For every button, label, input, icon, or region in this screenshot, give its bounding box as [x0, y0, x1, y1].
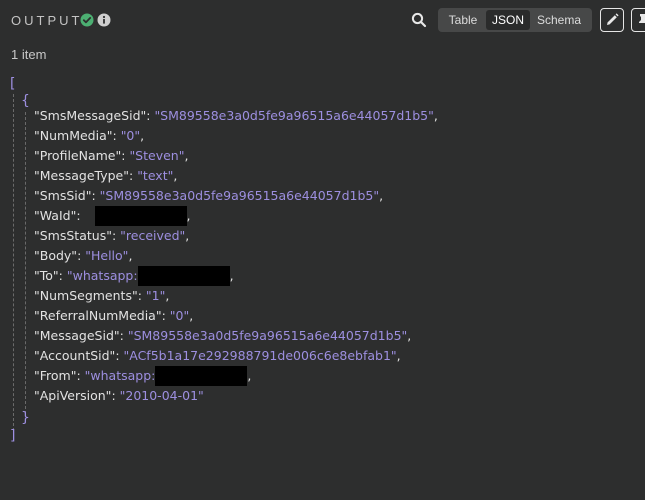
json-line: "SmsMessageSid": "SM89558e3a0d5fe9a96515…	[34, 106, 438, 126]
redacted-block	[155, 366, 248, 386]
json-comma: ,	[229, 268, 234, 283]
json-value: "SM89558e3a0d5fe9a96515a6e44057d1b5"	[154, 108, 434, 123]
json-comma: ,	[184, 148, 189, 163]
json-value: "Steven"	[129, 148, 185, 163]
json-colon: :	[91, 188, 100, 203]
json-line: "AccountSid": "ACf5b1a17e292988791de006c…	[34, 346, 401, 366]
json-line: "MessageType": "text",	[34, 166, 177, 186]
json-value: "0"	[169, 308, 190, 323]
json-comma: ,	[186, 208, 191, 223]
json-key: "ProfileName"	[34, 148, 122, 163]
json-key: "SmsMessageSid"	[34, 108, 147, 123]
json-comma: ,	[140, 128, 145, 143]
pin-icon	[639, 14, 645, 23]
json-value: "2010-04-01"	[119, 388, 204, 403]
json-line: "Body": "Hello",	[34, 246, 132, 266]
json-value: "whatsapp:	[66, 268, 138, 283]
json-key: "Body"	[34, 248, 78, 263]
edit-button[interactable]	[600, 8, 624, 32]
json-line: "SmsStatus": "received",	[34, 226, 189, 246]
json-colon: :	[137, 288, 146, 303]
tab-table[interactable]: Table	[440, 10, 486, 30]
output-panel: OUTPUT Table JSON Schema 1 item [{"Sms…	[0, 0, 645, 500]
json-line: "NumMedia": "0",	[34, 126, 144, 146]
json-key: "From"	[34, 368, 77, 383]
output-title: OUTPUT	[11, 13, 83, 28]
json-value: "text"	[137, 168, 174, 183]
json-value: "Hello"	[85, 248, 129, 263]
json-value: "SM89558e3a0d5fe9a96515a6e44057d1b5"	[99, 188, 380, 203]
json-colon: :	[129, 168, 138, 183]
open-bracket: [	[10, 76, 16, 92]
json-key: "To"	[34, 268, 59, 283]
json-line: "NumSegments": "1",	[34, 286, 169, 306]
json-key: "ApiVersion"	[34, 388, 112, 403]
json-comma: ,	[128, 248, 133, 263]
json-value: "1"	[145, 288, 166, 303]
json-colon: :	[76, 368, 85, 383]
json-line: "WaId": ,	[34, 206, 191, 226]
json-key: "NumSegments"	[34, 288, 138, 303]
json-line: "MessageSid": "SM89558e3a0d5fe9a96515a6e…	[34, 326, 411, 346]
redacted-block	[137, 266, 230, 286]
json-line: "ApiVersion": "2010-04-01"	[34, 386, 204, 406]
json-colon: :	[161, 308, 170, 323]
json-comma: ,	[173, 168, 178, 183]
pencil-icon	[607, 13, 619, 25]
json-comma: ,	[379, 188, 384, 203]
json-key: "MessageType"	[34, 168, 129, 183]
json-colon: :	[112, 128, 121, 143]
check-circle-icon	[80, 13, 94, 27]
tab-schema[interactable]: Schema	[530, 10, 588, 30]
json-key: "AccountSid"	[34, 348, 116, 363]
open-brace: {	[21, 93, 30, 109]
json-colon: :	[119, 328, 128, 343]
json-colon: :	[76, 208, 85, 223]
json-colon: :	[58, 268, 67, 283]
json-line: "ReferralNumMedia": "0",	[34, 306, 193, 326]
json-comma: ,	[165, 288, 170, 303]
json-key: "WaId"	[34, 208, 77, 223]
redacted-block	[94, 206, 187, 226]
json-line: "To": "whatsapp:,	[34, 266, 234, 286]
json-colon: :	[115, 348, 124, 363]
view-toggle: Table JSON Schema	[438, 8, 592, 32]
json-comma: ,	[247, 368, 252, 383]
json-value: "ACf5b1a17e292988791de006c6e8ebfab1"	[123, 348, 397, 363]
json-comma: ,	[407, 328, 412, 343]
json-value: "0"	[120, 128, 141, 143]
json-colon: :	[111, 228, 121, 243]
item-count: 1 item	[11, 47, 47, 62]
indent-guide	[13, 94, 14, 436]
info-icon[interactable]	[97, 13, 111, 27]
close-bracket: ]	[10, 428, 16, 444]
json-key: "ReferralNumMedia"	[34, 308, 162, 323]
close-brace: }	[21, 410, 30, 426]
json-comma: ,	[185, 228, 190, 243]
json-value: "whatsapp:	[84, 368, 156, 383]
json-comma: ,	[433, 108, 438, 123]
json-value: "SM89558e3a0d5fe9a96515a6e44057d1b5"	[127, 328, 408, 343]
json-key: "SmsStatus"	[34, 228, 112, 243]
output-header: OUTPUT Table JSON Schema	[0, 0, 645, 40]
json-key: "NumMedia"	[34, 128, 113, 143]
tab-json[interactable]: JSON	[486, 10, 530, 30]
json-key: "MessageSid"	[34, 328, 120, 343]
json-comma: ,	[189, 308, 194, 323]
json-line: "From": "whatsapp:,	[34, 366, 251, 386]
indent-guide	[25, 112, 26, 414]
search-icon[interactable]	[411, 12, 427, 28]
json-comma: ,	[396, 348, 401, 363]
json-line: "ProfileName": "Steven",	[34, 146, 188, 166]
json-value: "received"	[120, 228, 186, 243]
json-line: "SmsSid": "SM89558e3a0d5fe9a96515a6e4405…	[34, 186, 383, 206]
pin-button[interactable]	[631, 8, 645, 32]
json-colon: :	[111, 388, 120, 403]
json-key: "SmsSid"	[34, 188, 92, 203]
